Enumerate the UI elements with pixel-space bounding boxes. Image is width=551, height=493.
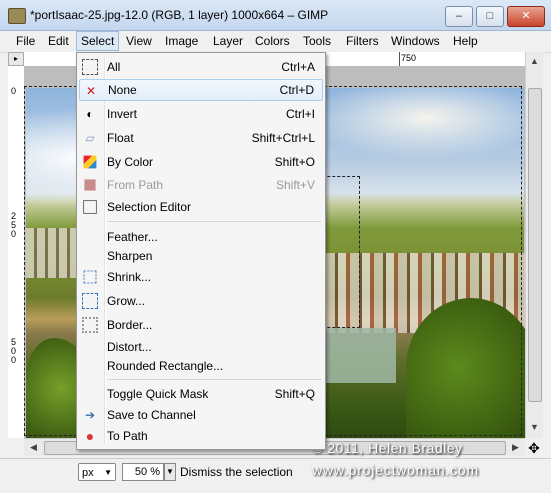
menu-edit[interactable]: Edit — [44, 31, 73, 51]
chevron-down-icon: ▼ — [104, 468, 112, 477]
menu-item-label: Sharpen — [107, 249, 153, 263]
menu-item-shortcut: Shift+O — [274, 155, 315, 169]
window-title: *portIsaac-25.jpg-12.0 (RGB, 1 layer) 10… — [30, 8, 329, 22]
vertical-scroll-thumb[interactable] — [528, 88, 542, 402]
menu-item-label: By Color — [107, 155, 154, 169]
save-channel-icon: ➔ — [84, 408, 96, 422]
select-none-icon: ✕ — [85, 84, 97, 98]
invert-icon: ◐ — [86, 107, 94, 121]
scroll-up-icon[interactable]: ▲ — [527, 54, 542, 69]
unit-select[interactable]: px ▼ — [78, 463, 116, 481]
select-all-icon — [82, 59, 98, 75]
select-menu-dropdown: All Ctrl+A ✕ None Ctrl+D ◐ Invert Ctrl+I… — [76, 52, 326, 450]
menu-item-label: Shrink... — [107, 270, 152, 284]
menu-item-shortcut: Ctrl+D — [279, 83, 314, 97]
menu-item-save-to-channel[interactable]: ➔ Save to Channel — [79, 404, 323, 426]
menu-item-float[interactable]: ▱ Float Shift+Ctrl+L — [79, 127, 323, 149]
menu-item-shortcut: Shift+Q — [274, 387, 315, 401]
title-bar: *portIsaac-25.jpg-12.0 (RGB, 1 layer) 10… — [0, 0, 551, 31]
menu-item-label: Save to Channel — [107, 408, 196, 422]
by-color-icon — [83, 155, 97, 169]
vertical-scrollbar[interactable]: ▲ ▼ — [525, 52, 543, 438]
menu-tools[interactable]: Tools — [299, 31, 335, 51]
zoom-input[interactable]: 50 % — [122, 463, 164, 481]
menu-item-invert[interactable]: ◐ Invert Ctrl+I — [79, 103, 323, 125]
to-path-icon: ● — [85, 428, 95, 444]
menu-item-from-path[interactable]: From Path Shift+V — [79, 174, 323, 196]
menu-item-none[interactable]: ✕ None Ctrl+D — [79, 79, 323, 101]
maximize-button[interactable]: □ — [476, 6, 504, 27]
menu-item-toggle-quick-mask[interactable]: Toggle Quick Mask Shift+Q — [79, 383, 323, 405]
menu-item-shortcut: Ctrl+I — [285, 107, 315, 121]
grow-icon — [82, 293, 98, 309]
unit-value: px — [82, 467, 94, 479]
ruler-tick — [399, 52, 400, 66]
menu-help[interactable]: Help — [449, 31, 482, 51]
menu-filters[interactable]: Filters — [342, 31, 383, 51]
copyright-watermark: © 2011, Helen Bradley — [312, 440, 463, 456]
menu-item-label: All — [107, 60, 121, 74]
menu-file[interactable]: File — [12, 31, 39, 51]
menu-item-label: Border... — [107, 318, 153, 332]
menu-item-shortcut: Ctrl+A — [281, 60, 315, 74]
menu-item-grow[interactable]: Grow... — [79, 290, 323, 312]
menu-item-label: To Path — [107, 429, 148, 443]
menu-item-shrink[interactable]: Shrink... — [79, 266, 323, 288]
border-icon — [82, 317, 98, 333]
menu-bar: File Edit Select View Image Layer Colors… — [0, 31, 551, 53]
ruler-tick-label: 0 — [11, 86, 17, 96]
scroll-down-icon[interactable]: ▼ — [527, 420, 542, 435]
menu-item-label: Float — [107, 131, 134, 145]
menu-view[interactable]: View — [122, 31, 156, 51]
photo-harbour-water — [326, 328, 396, 383]
menu-item-to-path[interactable]: ● To Path — [79, 425, 323, 447]
scroll-left-icon[interactable]: ◀ — [26, 440, 41, 455]
menu-item-label: Grow... — [107, 294, 146, 308]
menu-item-label: Rounded Rectangle... — [107, 359, 224, 373]
selection-editor-icon — [83, 200, 97, 214]
menu-item-rounded-rectangle[interactable]: Rounded Rectangle... — [79, 355, 323, 377]
menu-item-sharpen[interactable]: Sharpen — [79, 245, 323, 267]
vertical-ruler[interactable]: 0 250 500 — [8, 66, 25, 438]
menu-item-shortcut: Shift+V — [275, 178, 315, 192]
menu-separator — [107, 379, 321, 380]
menu-windows[interactable]: Windows — [387, 31, 444, 51]
ruler-corner-menu-icon[interactable]: ▸ — [8, 52, 24, 66]
photo-tree — [406, 298, 525, 438]
menu-select[interactable]: Select — [76, 31, 120, 51]
ruler-tick-label: 750 — [401, 53, 417, 63]
status-message: Dismiss the selection — [180, 465, 293, 479]
shrink-icon — [83, 270, 97, 284]
gimp-app-icon — [8, 8, 26, 24]
navigate-icon[interactable]: ✥ — [526, 440, 542, 456]
menu-item-all[interactable]: All Ctrl+A — [79, 56, 323, 78]
scroll-right-icon[interactable]: ▶ — [508, 440, 523, 455]
url-watermark: www.projectwoman.com — [312, 462, 479, 478]
menu-separator — [107, 221, 321, 222]
float-icon: ▱ — [85, 131, 95, 145]
close-button[interactable]: ✕ — [507, 6, 545, 27]
menu-item-by-color[interactable]: By Color Shift+O — [79, 151, 323, 173]
zoom-dropdown-icon[interactable]: ▼ — [164, 463, 176, 481]
minimize-button[interactable]: – — [445, 6, 473, 27]
menu-item-label: From Path — [107, 178, 164, 192]
menu-item-label: None — [108, 83, 137, 97]
menu-colors[interactable]: Colors — [251, 31, 294, 51]
ruler-tick-label: 500 — [11, 337, 17, 365]
ruler-tick-label: 250 — [11, 211, 17, 239]
from-path-icon — [84, 179, 96, 191]
menu-image[interactable]: Image — [161, 31, 202, 51]
menu-item-selection-editor[interactable]: Selection Editor — [79, 196, 323, 218]
menu-item-label: Invert — [107, 107, 138, 121]
menu-item-shortcut: Shift+Ctrl+L — [251, 131, 315, 145]
menu-item-label: Toggle Quick Mask — [107, 387, 209, 401]
menu-layer[interactable]: Layer — [209, 31, 247, 51]
menu-item-border[interactable]: Border... — [79, 314, 323, 336]
menu-item-label: Selection Editor — [107, 200, 192, 214]
